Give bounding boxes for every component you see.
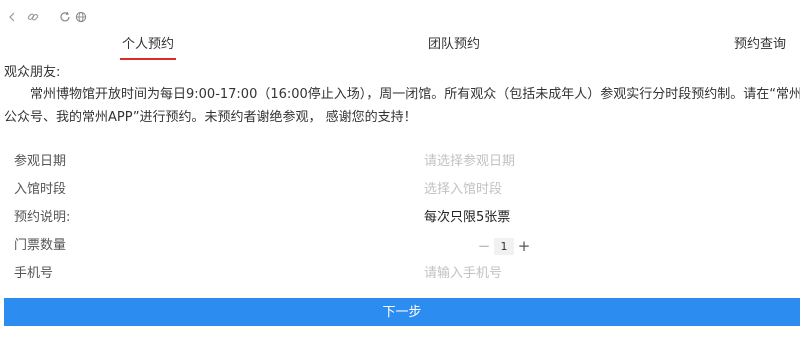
browser-toolbar [0,0,800,36]
booking-tabs: 个人预约 团队预约 预约查询 [0,36,800,60]
entry-timeslot-label: 入馆时段 [14,182,67,197]
tab-personal-booking[interactable]: 个人预约 [122,36,174,54]
ticket-quantity-row: 门票数量 [0,232,800,260]
visit-date-row[interactable]: 参观日期 请选择参观日期 [0,148,800,176]
phone-input[interactable]: 请输入手机号 [424,265,502,283]
notice-greeting: 观众朋友: [4,65,61,80]
tab-booking-query[interactable]: 预约查询 [734,36,786,54]
entry-timeslot-row[interactable]: 入馆时段 选择入馆时段 [0,176,800,204]
back-icon[interactable] [5,10,19,24]
globe-icon[interactable] [74,10,88,24]
notice-text-line-1: 常州博物馆开放时间为每日9:00-17:00（16:00停止入场），周一闭馆。所… [30,87,800,102]
next-step-button[interactable]: 下一步 [4,298,800,326]
phone-label: 手机号 [14,266,54,281]
quantity-stepper: − 1 + [476,237,532,257]
quantity-value[interactable]: 1 [494,238,514,255]
phone-row[interactable]: 手机号 请输入手机号 [0,260,800,288]
decrement-button[interactable]: − [476,237,492,257]
visit-date-picker[interactable]: 请选择参观日期 [424,153,515,171]
link-icon[interactable] [26,10,40,24]
ticket-quantity-label: 门票数量 [14,238,67,253]
notice-text-line-2: 公众号、我的常州APP”进行预约。未预约者谢绝参观， 感谢您的支持！ [4,110,417,125]
booking-note-label: 预约说明: [14,210,71,225]
booking-note-value: 每次只限5张票 [424,210,511,225]
entry-timeslot-select[interactable]: 选择入馆时段 [424,181,502,199]
booking-note-row: 预约说明: 每次只限5张票 [0,204,800,232]
refresh-icon[interactable] [58,10,72,24]
visit-date-label: 参观日期 [14,154,67,169]
tab-team-booking[interactable]: 团队预约 [428,36,480,54]
visitor-notice: 观众朋友: 常州博物馆开放时间为每日9:00-17:00（16:00停止入场），… [0,60,800,132]
increment-button[interactable]: + [516,237,532,257]
